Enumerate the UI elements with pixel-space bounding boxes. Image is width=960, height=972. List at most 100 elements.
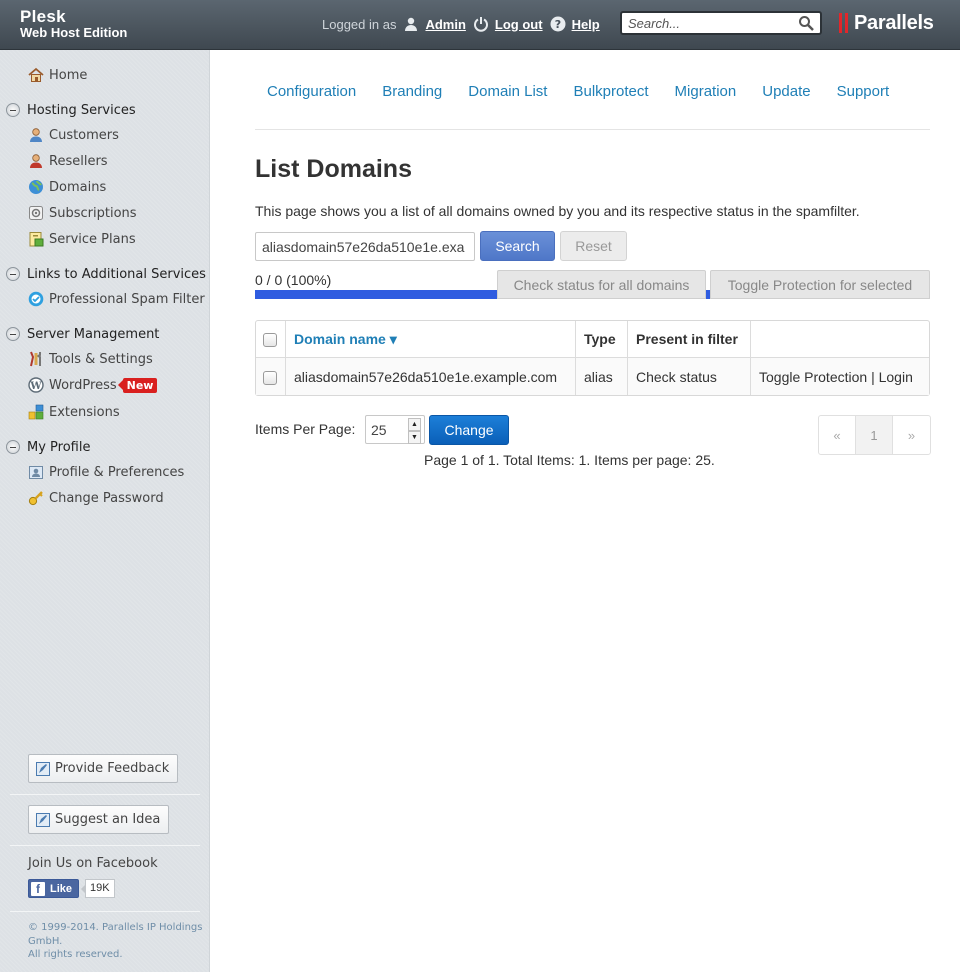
facebook-like-button[interactable]: f Like: [28, 879, 80, 898]
items-per-page-stepper[interactable]: ▲ ▼: [408, 418, 421, 444]
sidebar-item-label: Subscriptions: [49, 205, 137, 221]
sidebar-item-label: WordPress: [49, 377, 117, 393]
column-domain-name[interactable]: Domain name ▾: [286, 321, 576, 358]
toggle-selected-button[interactable]: Toggle Protection for selected: [710, 270, 930, 299]
facebook-icon: f: [31, 881, 45, 896]
column-actions: [751, 321, 929, 358]
progress-text: 0 / 0 (100%): [255, 272, 332, 288]
login-link[interactable]: Login: [879, 369, 913, 385]
facebook-like-widget[interactable]: f Like 19K: [28, 879, 115, 898]
change-button[interactable]: Change: [429, 415, 509, 445]
items-per-page-input[interactable]: 25 ▲ ▼: [365, 415, 425, 444]
tab-bulkprotect[interactable]: Bulkprotect: [573, 83, 648, 100]
collapse-icon[interactable]: [6, 103, 20, 117]
sidebar-item-resellers[interactable]: Resellers: [28, 151, 108, 171]
product-name: Plesk: [20, 7, 66, 26]
sidebar-item-tools-settings[interactable]: Tools & Settings: [28, 349, 153, 369]
subscription-icon: [29, 206, 43, 220]
collapse-icon[interactable]: [6, 267, 20, 281]
sidebar-item-subscriptions[interactable]: Subscriptions: [28, 203, 137, 223]
reset-button[interactable]: Reset: [560, 231, 627, 261]
rights-text: All rights reserved.: [28, 949, 123, 960]
stepper-down-icon[interactable]: ▼: [408, 431, 421, 444]
pager-current-page[interactable]: 1: [856, 416, 893, 454]
new-badge: New: [117, 377, 158, 393]
suggest-idea-button[interactable]: Suggest an Idea: [28, 805, 170, 834]
group-label: My Profile: [27, 439, 91, 455]
product-logo[interactable]: Plesk Web Host Edition: [20, 8, 127, 40]
row-select-cell: [256, 358, 286, 395]
sidebar-item-customers[interactable]: Customers: [28, 125, 119, 145]
sidebar-item-profile-preferences[interactable]: Profile & Preferences: [28, 462, 184, 482]
sidebar-item-label: Tools & Settings: [49, 351, 153, 367]
tools-icon: [30, 351, 41, 367]
pager-prev-button[interactable]: «: [819, 416, 856, 454]
search-icon[interactable]: [798, 15, 814, 31]
facebook-heading: Join Us on Facebook: [28, 856, 158, 871]
domains-table: Domain name ▾ Type Present in filter ali…: [255, 320, 930, 396]
help-link[interactable]: Help: [572, 17, 600, 32]
tab-migration[interactable]: Migration: [675, 83, 737, 100]
help-icon: ?: [550, 16, 566, 32]
group-my-profile[interactable]: My Profile: [6, 437, 90, 457]
tab-domain-list[interactable]: Domain List: [468, 83, 547, 100]
domain-name-cell: aliasdomain57e26da510e1e.example.com: [286, 358, 576, 395]
sidebar-item-wordpress[interactable]: W WordPress New: [28, 375, 158, 395]
check-all-domains-button[interactable]: Check status for all domains: [497, 270, 706, 299]
sidebar-item-service-plans[interactable]: Service Plans: [28, 229, 136, 249]
pager-next-button[interactable]: »: [893, 416, 930, 454]
user-link[interactable]: Admin: [425, 17, 465, 32]
svg-text:W: W: [29, 381, 42, 392]
sidebar-item-label: Change Password: [49, 490, 164, 506]
toggle-protection-link[interactable]: Toggle Protection: [759, 369, 867, 385]
search-button[interactable]: Search: [480, 231, 555, 261]
tab-support[interactable]: Support: [837, 83, 890, 100]
sidebar-item-domains[interactable]: Domains: [28, 177, 106, 197]
table-row: aliasdomain57e26da510e1e.example.com ali…: [256, 358, 929, 395]
spam-filter-icon: [28, 291, 44, 307]
tab-branding[interactable]: Branding: [382, 83, 442, 100]
customer-icon: [30, 128, 42, 142]
extension-tabs: Configuration Branding Domain List Bulkp…: [267, 83, 915, 100]
search-input[interactable]: [622, 13, 792, 33]
group-hosting-services[interactable]: Hosting Services: [6, 100, 136, 120]
domain-filter-input[interactable]: [255, 232, 475, 261]
action-separator: |: [871, 368, 875, 385]
row-checkbox[interactable]: [263, 370, 277, 385]
stepper-up-icon[interactable]: ▲: [408, 418, 421, 431]
sidebar-item-label: Customers: [49, 127, 119, 143]
type-cell: alias: [576, 358, 628, 395]
svg-text:?: ?: [554, 18, 560, 31]
group-server-management[interactable]: Server Management: [6, 324, 159, 344]
select-all-checkbox[interactable]: [263, 333, 277, 348]
sidebar-item-label: Home: [49, 67, 88, 83]
collapse-icon[interactable]: [6, 440, 20, 454]
logout-link[interactable]: Log out: [495, 17, 543, 32]
sidebar-item-label: Extensions: [49, 404, 120, 420]
parallels-bars-icon: [838, 13, 850, 33]
reseller-icon: [30, 154, 42, 168]
check-status-link[interactable]: Check status: [628, 358, 751, 395]
sidebar-item-spam-filter[interactable]: Professional Spam Filter: [28, 289, 205, 309]
provide-feedback-button[interactable]: Provide Feedback: [28, 754, 179, 783]
like-count: 19K: [81, 879, 115, 898]
suggest-label: Suggest an Idea: [55, 812, 161, 827]
sidebar-item-extensions[interactable]: Extensions: [28, 402, 120, 422]
sidebar-item-label: Domains: [49, 179, 107, 195]
group-label: Server Management: [27, 326, 160, 342]
parallels-logo[interactable]: Parallels: [838, 12, 934, 34]
page-description: This page shows you a list of all domain…: [255, 203, 860, 219]
extensions-icon: [28, 404, 44, 420]
sidebar-item-change-password[interactable]: Change Password: [28, 488, 164, 508]
tab-update[interactable]: Update: [762, 83, 810, 100]
collapse-icon[interactable]: [6, 327, 20, 341]
tab-configuration[interactable]: Configuration: [267, 83, 356, 100]
group-label: Links to Additional Services: [27, 266, 206, 282]
sidebar-item-home[interactable]: Home: [28, 65, 87, 85]
sidebar-divider: [10, 845, 200, 846]
group-additional-services[interactable]: Links to Additional Services: [6, 264, 206, 284]
top-header: Plesk Web Host Edition Logged in as Admi…: [0, 0, 960, 50]
like-label: Like: [50, 882, 73, 895]
user-icon: [405, 17, 418, 31]
product-edition: Web Host Edition: [20, 25, 128, 40]
